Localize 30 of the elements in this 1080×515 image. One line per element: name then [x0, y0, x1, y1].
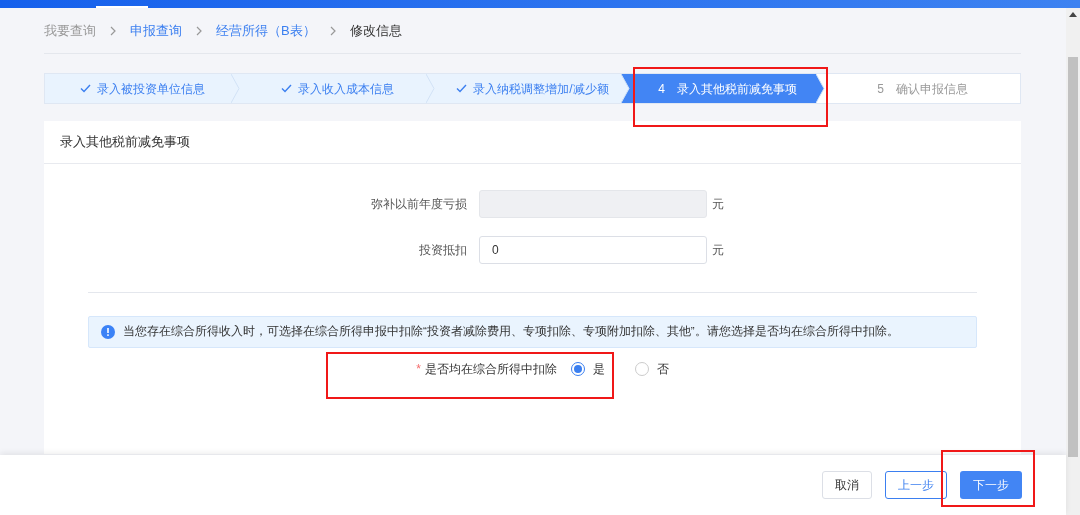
radio-option[interactable]: 是 — [570, 360, 605, 378]
chevron-right-icon — [110, 26, 116, 36]
scroll-up-icon[interactable] — [1069, 12, 1077, 17]
footer-button[interactable]: 取消 — [822, 471, 872, 499]
breadcrumb-current: 修改信息 — [349, 22, 402, 41]
breadcrumb-link[interactable]: 经营所得（B表） — [216, 21, 316, 41]
scroll-thumb[interactable] — [1068, 57, 1078, 457]
info-icon — [101, 325, 115, 339]
unit-label: 元 — [712, 196, 724, 213]
step-tab[interactable]: 4 录入其他税前减免事项 — [630, 74, 825, 103]
step-tab[interactable]: 录入被投资单位信息 — [45, 74, 240, 103]
breadcrumb-link[interactable]: 申报查询 — [130, 21, 182, 41]
chevron-right-icon — [329, 26, 336, 36]
field-label: 弥补以前年度亏损 — [370, 196, 468, 213]
input-field[interactable]: 0 — [479, 236, 707, 264]
footer-button[interactable]: 下一步 — [960, 471, 1022, 499]
check-icon — [80, 84, 91, 93]
field-label: 投资抵扣 — [418, 242, 468, 259]
radio-option[interactable]: 否 — [634, 360, 669, 378]
card-title: 录入其他税前减免事项 — [60, 133, 190, 152]
scrollbar[interactable] — [1066, 8, 1080, 515]
footer-button[interactable]: 上一步 — [885, 471, 947, 499]
check-icon — [456, 84, 468, 93]
question-label: 是否均在综合所得中扣除 — [424, 361, 557, 378]
required-mark: * — [416, 361, 421, 378]
chevron-right-icon — [196, 26, 202, 36]
check-icon — [281, 84, 292, 93]
notice-text: 当您存在综合所得收入时，可选择在综合所得申报中扣除“投资者减除费用、专项扣除、专项附加扣除、其他”。请您选择是否均在综合所得中扣除。 — [123, 324, 899, 340]
unit-label: 元 — [712, 242, 724, 259]
breadcrumb-link[interactable]: 我要查询 — [44, 21, 96, 41]
